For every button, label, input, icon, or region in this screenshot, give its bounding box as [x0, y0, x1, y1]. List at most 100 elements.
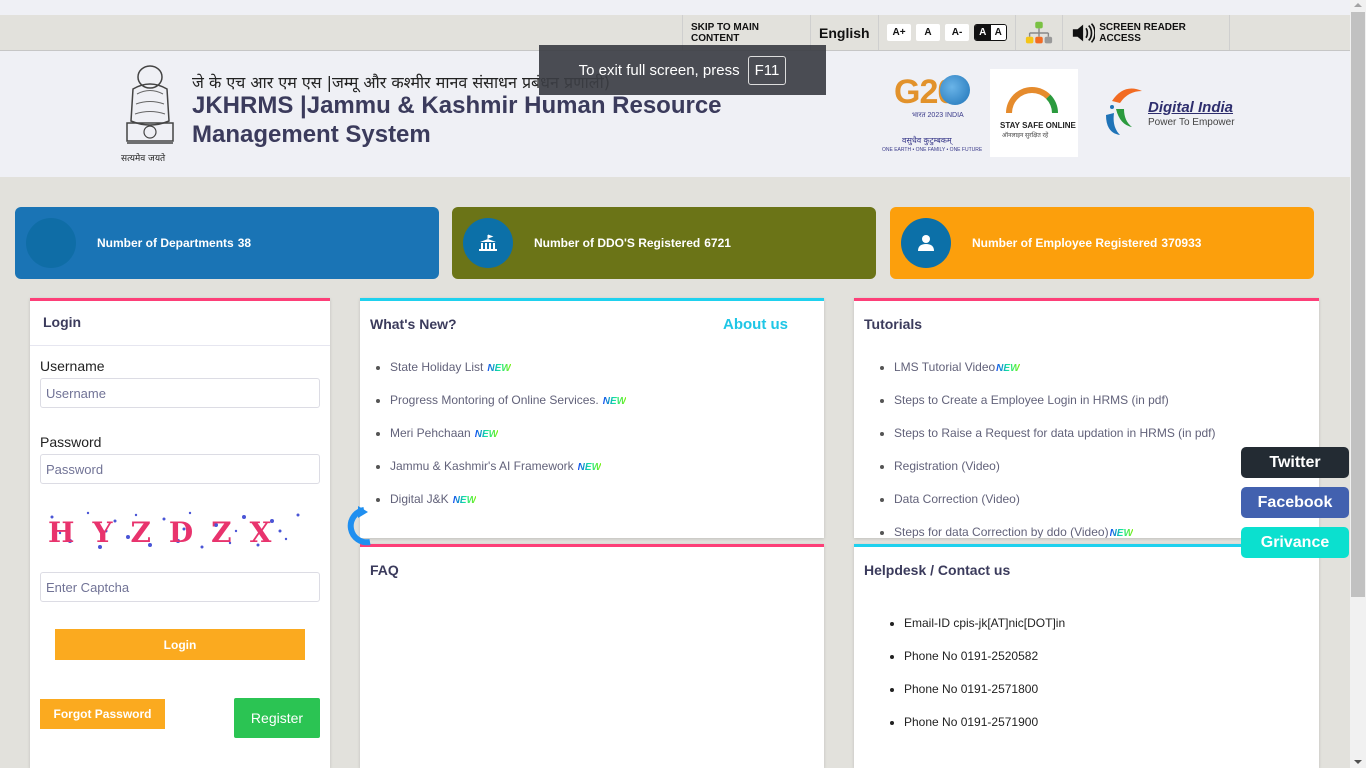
building-icon	[463, 218, 513, 268]
whats-new-card: What's New? About us State Holiday ListN…	[360, 298, 824, 538]
globe-icon	[940, 75, 970, 105]
employee-label: Number of Employee Registered	[972, 236, 1158, 250]
login-card: Login Username Password HYZDZX Login For…	[30, 298, 330, 768]
username-input[interactable]	[40, 378, 320, 408]
tutorial-item[interactable]: Data Correction (Video)	[894, 491, 1216, 524]
item-text: LMS Tutorial Video	[894, 360, 996, 374]
ddo-stat-card: Number of DDO'S Registered 6721	[452, 207, 876, 279]
new-badge: NEW	[578, 460, 601, 476]
new-badge: NEW	[453, 493, 476, 509]
fullscreen-exit-notice: To exit full screen, press F11	[539, 45, 826, 95]
normal-contrast-button[interactable]: A	[990, 25, 1006, 40]
item-text: Steps to Create a Employee Login in HRMS…	[894, 393, 1169, 407]
screen-reader-access-link[interactable]: SCREEN READER ACCESS	[1062, 15, 1230, 50]
screen-reader-label: SCREEN READER ACCESS	[1099, 21, 1186, 44]
faq-card: FAQ	[360, 544, 824, 768]
top-strip	[0, 0, 1350, 15]
refresh-captcha-icon[interactable]	[340, 506, 374, 546]
sitemap-icon	[1025, 21, 1053, 43]
whats-new-title: What's New?	[370, 316, 457, 332]
g20-logo: G20 भारत 2023 INDIA वसुधैव कुटुम्बकम् ON…	[882, 73, 988, 155]
tutorial-item[interactable]: LMS Tutorial VideoNEW	[894, 359, 1216, 392]
item-text: Digital J&K	[390, 492, 449, 506]
sitemap-button[interactable]	[1015, 15, 1062, 50]
item-text: Meri Pehchaan	[390, 426, 471, 440]
digital-india-mark-icon	[1106, 88, 1142, 135]
helpdesk-item: Phone No 0191-2571800	[904, 681, 1065, 714]
item-text: Steps to Raise a Request for data updati…	[894, 426, 1216, 440]
digital-india-title: Digital India	[1148, 99, 1234, 116]
language-label: English	[819, 24, 870, 41]
password-label: Password	[40, 434, 102, 450]
login-button[interactable]: Login	[55, 629, 305, 660]
item-text: Phone No 0191-2520582	[904, 649, 1039, 663]
about-us-link[interactable]: About us	[723, 316, 788, 333]
ddo-label: Number of DDO'S Registered	[534, 236, 701, 250]
whats-new-item[interactable]: State Holiday ListNEW	[390, 359, 626, 392]
whats-new-item[interactable]: Jammu & Kashmir's AI Framework NEW	[390, 458, 626, 491]
tutorial-item[interactable]: Steps to Create a Employee Login in HRMS…	[894, 392, 1216, 425]
scrollbar-thumb[interactable]	[1351, 12, 1365, 597]
item-text: State Holiday List	[390, 360, 484, 374]
f11-key: F11	[747, 55, 787, 85]
faq-title: FAQ	[370, 562, 399, 578]
helpdesk-item: Phone No 0191-2520582	[904, 648, 1065, 681]
font-decrease-button[interactable]: A-	[945, 24, 969, 41]
forgot-password-button[interactable]: Forgot Password	[40, 699, 165, 729]
login-title: Login	[43, 314, 82, 330]
font-increase-button[interactable]: A+	[887, 24, 911, 41]
item-text: Registration (Video)	[894, 459, 1000, 473]
username-label: Username	[40, 358, 105, 374]
tutorial-item[interactable]: Steps for data Correction by ddo (Video)…	[894, 524, 1216, 538]
grievance-button[interactable]: Grivance	[1241, 527, 1349, 558]
captcha-text: HYZDZX	[48, 516, 289, 549]
tutorials-title: Tutorials	[864, 316, 923, 332]
fullscreen-notice-text: To exit full screen, press	[578, 61, 740, 79]
new-badge: NEW	[603, 394, 626, 410]
tutorial-item[interactable]: Registration (Video)	[894, 458, 1216, 491]
scroll-down-arrow-icon[interactable]	[1354, 760, 1362, 764]
twitter-button[interactable]: Twitter	[1241, 447, 1349, 478]
vertical-scrollbar[interactable]	[1350, 0, 1366, 768]
font-normal-button[interactable]: A	[916, 24, 940, 41]
departments-count: 38	[237, 236, 252, 250]
helpdesk-item: Email-ID cpis-jk[AT]nic[DOT]in	[904, 615, 1065, 648]
g20-motto-hindi: वसुधैव कुटुम्बकम्	[902, 136, 952, 145]
new-badge: NEW	[996, 361, 1019, 377]
employee-stat-card: Number of Employee Registered 370933	[890, 207, 1314, 279]
whats-new-list: State Holiday ListNEW Progress Montoring…	[390, 359, 626, 524]
scroll-up-arrow-icon[interactable]	[1354, 3, 1362, 7]
high-contrast-button[interactable]: A	[975, 25, 991, 40]
font-size-controls: A+ A A- A A	[878, 15, 1015, 50]
captcha-image: HYZDZX	[40, 507, 308, 553]
employee-count: 370933	[1161, 236, 1202, 250]
captcha-input[interactable]	[40, 572, 320, 602]
item-text: Progress Montoring of Online Services.	[390, 393, 599, 407]
stay-safe-title: STAY SAFE ONLINE	[1000, 121, 1076, 130]
speaker-icon	[1072, 22, 1096, 43]
new-badge: NEW	[487, 361, 510, 377]
user-icon	[901, 218, 951, 268]
contrast-toggle: A A	[974, 24, 1007, 41]
item-text: Steps for data Correction by ddo (Video)	[894, 525, 1109, 538]
whats-new-item[interactable]: Meri Pehchaan NEW	[390, 425, 626, 458]
tutorial-item[interactable]: Steps to Raise a Request for data updati…	[894, 425, 1216, 458]
departments-icon	[26, 218, 76, 268]
helpdesk-item: Phone No 0191-2571900	[904, 714, 1065, 747]
stay-safe-subtitle: ऑनलाइन सुरक्षित रहें	[1002, 133, 1049, 139]
register-button[interactable]: Register	[234, 698, 320, 738]
tutorials-list: LMS Tutorial VideoNEW Steps to Create a …	[894, 359, 1216, 538]
stay-safe-online-logo: STAY SAFE ONLINE ऑनलाइन सुरक्षित रहें	[990, 69, 1078, 157]
departments-label: Number of Departments	[97, 236, 234, 250]
helpdesk-card: Helpdesk / Contact us Email-ID cpis-jk[A…	[854, 544, 1319, 768]
facebook-button[interactable]: Facebook	[1241, 487, 1349, 518]
password-input[interactable]	[40, 454, 320, 484]
digital-india-logo: Digital India Power To Empower	[1100, 85, 1235, 141]
digital-india-tagline: Power To Empower	[1148, 117, 1235, 128]
login-header: Login	[30, 301, 330, 346]
helpdesk-title: Helpdesk / Contact us	[864, 562, 1011, 578]
item-text: Jammu & Kashmir's AI Framework	[390, 459, 574, 473]
whats-new-item[interactable]: Progress Montoring of Online Services. NE…	[390, 392, 626, 425]
whats-new-item[interactable]: Digital J&K NEW	[390, 491, 626, 524]
item-text: Data Correction (Video)	[894, 492, 1020, 506]
